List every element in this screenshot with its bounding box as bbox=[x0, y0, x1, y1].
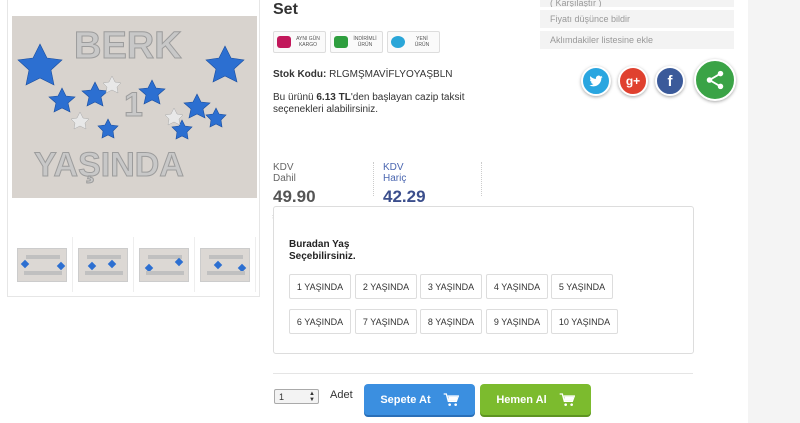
cart-icon bbox=[443, 392, 459, 406]
discount-icon bbox=[334, 36, 348, 48]
main-product-image[interactable]: BERK 1 YAŞINDA bbox=[12, 16, 257, 198]
price-divider bbox=[373, 162, 374, 196]
google-plus-icon[interactable]: g+ bbox=[618, 66, 648, 96]
product-badges: AYNI GÜN KARGO İNDİRİMLİ ÜRÜN YENİ ÜRÜN bbox=[273, 31, 440, 53]
discount-badge: İNDİRİMLİ ÜRÜN bbox=[330, 31, 383, 53]
share-icon[interactable] bbox=[694, 59, 736, 101]
balloon-word-bottom: YAŞINDA bbox=[34, 146, 184, 184]
thumbnail[interactable] bbox=[195, 237, 256, 292]
quantity-unit-label: Adet bbox=[330, 389, 353, 401]
product-title: Set bbox=[273, 1, 298, 18]
truck-icon bbox=[277, 36, 291, 48]
age-option[interactable]: 1 YAŞINDA bbox=[289, 274, 351, 299]
balloon-digit: 1 bbox=[124, 86, 143, 124]
stock-code: Stok Kodu: RLGMŞMAVİFLYOYAŞBLN bbox=[273, 69, 452, 80]
add-to-cart-button[interactable]: Sepete At bbox=[364, 384, 475, 415]
age-option[interactable]: 9 YAŞINDA bbox=[486, 309, 548, 334]
quantity-select[interactable]: 1 ▲ ▼ bbox=[274, 389, 319, 404]
stock-label: Stok Kodu: bbox=[273, 69, 327, 80]
wishlist-link[interactable]: Aklımdakiler listesine ekle bbox=[540, 31, 734, 49]
product-gallery: BERK 1 YAŞINDA bbox=[7, 0, 260, 297]
age-option[interactable]: 6 YAŞINDA bbox=[289, 309, 351, 334]
same-day-shipping-badge: AYNI GÜN KARGO bbox=[273, 31, 326, 53]
product-side-links: ( Karşılaştır ) Fiyatı düşünce bildir Ak… bbox=[540, 0, 734, 52]
thumbnail[interactable] bbox=[73, 237, 134, 292]
installment-amount: 6.13 TL bbox=[316, 92, 351, 103]
twitter-icon[interactable] bbox=[581, 66, 611, 96]
facebook-icon[interactable]: f bbox=[655, 66, 685, 96]
select-arrows-icon: ▲ ▼ bbox=[309, 390, 315, 403]
age-options-panel: Buradan Yaş Seçebilirsiniz. 1 YAŞINDA 2 … bbox=[273, 206, 694, 354]
balloon-set-image: BERK 1 YAŞINDA bbox=[12, 16, 257, 198]
cart-icon bbox=[559, 392, 575, 406]
price-alert-link[interactable]: Fiyatı düşünce bildir bbox=[540, 10, 734, 28]
compare-link[interactable]: ( Karşılaştır ) bbox=[540, 0, 734, 7]
age-option[interactable]: 3 YAŞINDA bbox=[420, 274, 482, 299]
right-gutter bbox=[748, 0, 800, 423]
age-option[interactable]: 7 YAŞINDA bbox=[355, 309, 417, 334]
age-option[interactable]: 10 YAŞINDA bbox=[551, 309, 618, 334]
installment-info: Bu ürünü 6.13 TL'den başlayan cazip taks… bbox=[273, 92, 465, 115]
thumbnail-strip bbox=[12, 237, 257, 292]
age-option[interactable]: 4 YAŞINDA bbox=[486, 274, 548, 299]
new-icon bbox=[391, 36, 405, 48]
age-option[interactable]: 2 YAŞINDA bbox=[355, 274, 417, 299]
age-option[interactable]: 8 YAŞINDA bbox=[420, 309, 482, 334]
stock-value: RLGMŞMAVİFLYOYAŞBLN bbox=[329, 69, 453, 80]
social-share: g+ f bbox=[581, 59, 741, 102]
options-title: Buradan Yaş Seçebilirsiniz. bbox=[289, 239, 356, 262]
price-divider bbox=[481, 162, 482, 196]
balloon-word-top: BERK bbox=[74, 25, 182, 67]
divider bbox=[273, 373, 693, 374]
buy-now-button[interactable]: Hemen Al bbox=[480, 384, 591, 415]
thumbnail[interactable] bbox=[12, 237, 73, 292]
thumbnail[interactable] bbox=[134, 237, 195, 292]
age-option[interactable]: 5 YAŞINDA bbox=[551, 274, 613, 299]
new-product-badge: YENİ ÜRÜN bbox=[387, 31, 440, 53]
